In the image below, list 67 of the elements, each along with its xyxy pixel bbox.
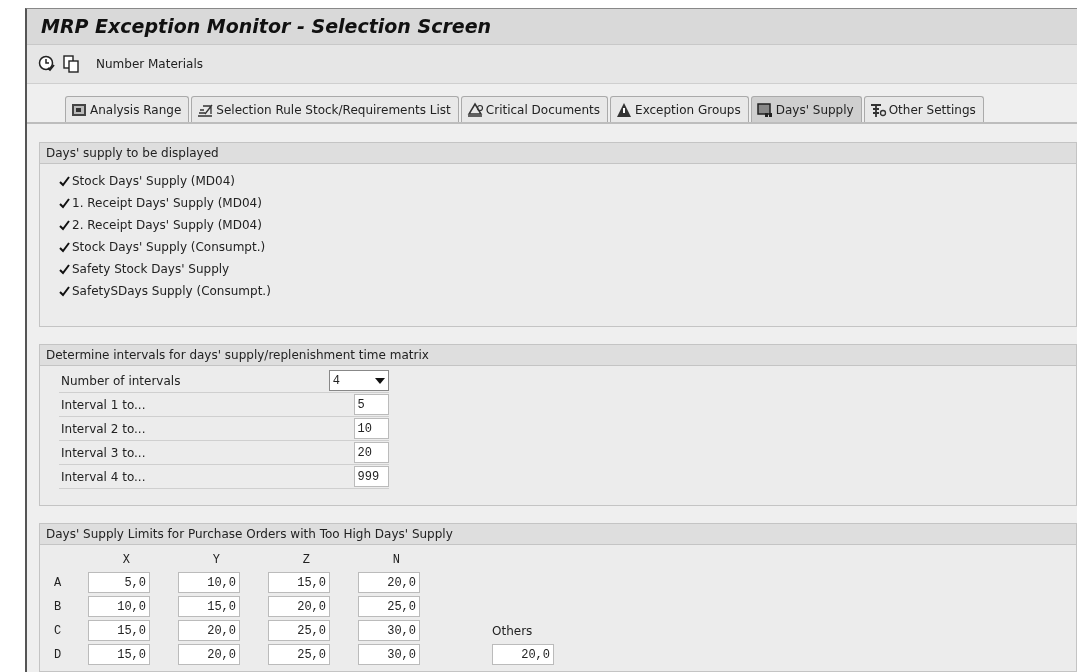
tab[interactable]: Exception Groups	[610, 96, 749, 122]
group-header: Days' supply to be displayed	[40, 143, 1076, 164]
checkbox[interactable]	[59, 263, 70, 275]
column-header: Y	[211, 552, 221, 569]
input-field[interactable]: 10,0	[178, 572, 240, 593]
input-field[interactable]: 30,0	[358, 644, 420, 665]
row-label: D	[54, 646, 63, 664]
input-field[interactable]: 15,0	[88, 620, 150, 641]
caret-icon	[375, 377, 385, 384]
input-field[interactable]: 20,0	[178, 620, 240, 641]
input-field[interactable]: 15,0	[88, 644, 150, 665]
field-label: Number of intervals	[60, 372, 182, 390]
row-label: B	[54, 598, 63, 616]
input-field[interactable]: 5	[353, 394, 389, 415]
tab[interactable]: Selection Rule Stock/Requirements List	[191, 96, 459, 122]
dropdown[interactable]: 4	[328, 370, 389, 391]
input-field[interactable]: 999	[353, 466, 389, 487]
input-field[interactable]: 20,0	[268, 596, 330, 617]
tab[interactable]: Critical Documents	[460, 96, 609, 122]
input-field[interactable]: 20,0	[492, 644, 554, 665]
warning-icon	[615, 101, 634, 118]
checkbox[interactable]	[59, 197, 70, 209]
column-header: X	[121, 552, 131, 569]
checkbox-label: Stock Days' Supply (Consumpt.)	[72, 239, 266, 256]
checkbox[interactable]	[59, 175, 70, 187]
window-title: MRP Exception Monitor - Selection Screen	[41, 14, 492, 40]
input-field[interactable]: 5,0	[88, 572, 150, 593]
tab[interactable]: Days' Supply	[750, 96, 862, 122]
screen-icon	[70, 101, 88, 118]
field-label: Interval 3 to...	[60, 444, 147, 462]
input-field[interactable]: 30,0	[358, 620, 420, 641]
checkbox-label: Safety Stock Days' Supply	[72, 261, 230, 278]
input-field[interactable]: 10,0	[88, 596, 150, 617]
column-header: Z	[301, 552, 311, 569]
input-field[interactable]: 25,0	[358, 596, 420, 617]
input-field[interactable]: 10	[353, 418, 389, 439]
tools-icon	[868, 101, 887, 118]
triangle-icon	[465, 101, 484, 118]
tab[interactable]: Analysis Range	[65, 96, 190, 122]
tab[interactable]: Other Settings	[863, 96, 984, 122]
checkbox[interactable]	[59, 241, 70, 253]
checkbox-label: SafetySDays Supply (Consumpt.)	[72, 283, 271, 300]
checkbox[interactable]	[59, 285, 70, 297]
input-field[interactable]: 15,0	[268, 572, 330, 593]
copy-icon[interactable]	[62, 55, 80, 74]
input-field[interactable]: 20,0	[358, 572, 420, 593]
toolbar-label[interactable]: Number Materials	[96, 55, 204, 74]
checkbox-label: Stock Days' Supply (MD04)	[72, 173, 236, 190]
input-field[interactable]: 25,0	[268, 644, 330, 665]
checkbox-label: 2. Receipt Days' Supply (MD04)	[72, 217, 262, 234]
input-field[interactable]: 20,0	[178, 644, 240, 665]
field-label: Interval 1 to...	[60, 396, 147, 414]
checkbox-label: 1. Receipt Days' Supply (MD04)	[72, 195, 262, 212]
input-field[interactable]: 20	[353, 442, 389, 463]
row-label: C	[54, 622, 63, 640]
input-field[interactable]: 25,0	[268, 620, 330, 641]
checkbox[interactable]	[59, 219, 70, 231]
group-header: Determine intervals for days' supply/replenishment time matrix	[40, 345, 1076, 366]
input-field[interactable]: 15,0	[178, 596, 240, 617]
group-header: Days' Supply Limits for Purchase Orders with Too High Days' Supply	[40, 524, 1076, 545]
others-label: Others	[492, 622, 534, 640]
row-label: A	[54, 574, 63, 592]
monitor-icon	[755, 101, 774, 118]
clock-icon[interactable]	[38, 55, 56, 74]
column-header: N	[391, 552, 401, 569]
field-label: Interval 4 to...	[60, 468, 147, 486]
field-label: Interval 2 to...	[60, 420, 147, 438]
